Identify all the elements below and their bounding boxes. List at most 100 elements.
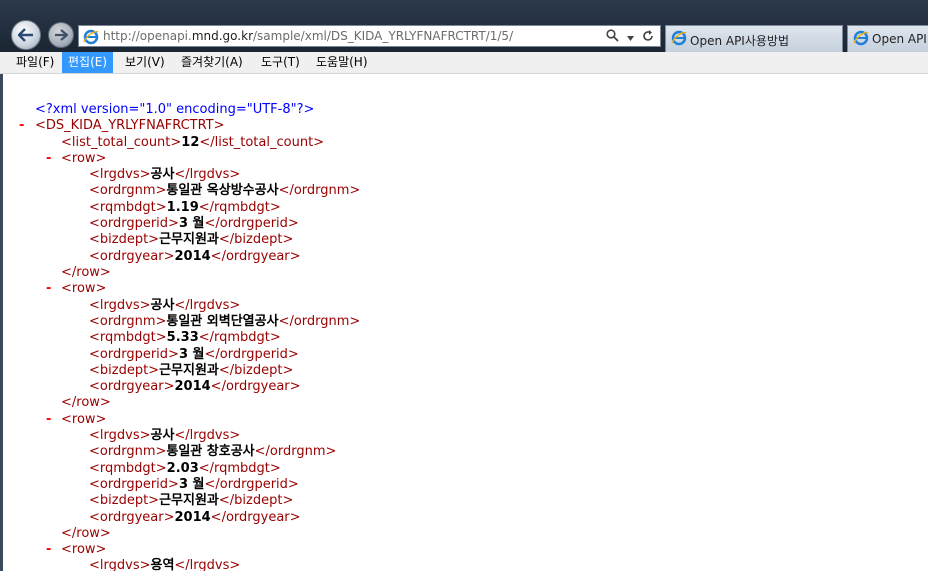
xml-tag: </ordrgyear> [210, 249, 301, 264]
xml-tag: </rqmbdgt> [198, 330, 281, 345]
xml-tag: </row> [61, 265, 111, 280]
xml-field-ordrgnm: <ordrgnm>통일관 창호공사</ordrgnm> [89, 444, 336, 460]
xml-field-ordrgyear: <ordrgyear>2014</ordrgyear> [89, 379, 301, 395]
xml-root-open: <DS_KIDA_YRLYFNAFRCTRT> [35, 118, 225, 134]
xml-value: 5.33 [166, 330, 199, 345]
ie-page-icon [83, 29, 99, 49]
xml-tag: </ordrgnm> [278, 183, 361, 198]
browser-toolbar: http://openapi.mnd.go.kr/sample/xml/DS_K… [0, 0, 928, 52]
collapse-row-toggle[interactable]: - [46, 412, 51, 427]
menu-favorites[interactable]: 즐겨찾기(A) [175, 52, 249, 73]
xml-tag: <row> [61, 151, 107, 166]
xml-value: 통일관 옥상방수공사 [166, 183, 279, 198]
window-left-edge [0, 74, 3, 571]
xml-value: 3 월 [178, 347, 205, 362]
menu-help[interactable]: 도움말(H) [310, 52, 374, 73]
dropdown-arrow-icon[interactable] [627, 30, 634, 44]
xml-tag: </lrgdvs> [174, 428, 241, 443]
xml-value: 공사 [150, 298, 175, 313]
xml-field-lrgdvs: <lrgdvs>용역</lrgdvs> [89, 558, 240, 571]
xml-tag: </ordrgnm> [278, 314, 361, 329]
xml-row-close: </row> [61, 265, 111, 281]
xml-document: <?xml version="1.0" encoding="UTF-8"?> - <… [0, 74, 928, 571]
xml-tag: </lrgdvs> [174, 298, 241, 313]
xml-tag: <ordrgperid> [89, 347, 179, 362]
forward-button[interactable] [48, 22, 74, 48]
xml-value: 근무지원과 [159, 493, 219, 508]
menu-view[interactable]: 보기(V) [119, 52, 171, 73]
address-bar[interactable]: http://openapi.mnd.go.kr/sample/xml/DS_K… [78, 25, 661, 47]
collapse-row-toggle[interactable]: - [46, 151, 51, 166]
xml-field-lrgdvs: <lrgdvs>공사</lrgdvs> [89, 428, 240, 444]
xml-field-ordrgnm: <ordrgnm>통일관 옥상방수공사</ordrgnm> [89, 183, 360, 199]
xml-tag: </ordrgperid> [204, 347, 299, 362]
xml-tag: </bizdept> [218, 232, 294, 247]
xml-tag: <bizdept> [89, 232, 160, 247]
back-button[interactable] [11, 20, 41, 50]
xml-field-bizdept: <bizdept>근무지원과</bizdept> [89, 232, 293, 248]
xml-declaration: <?xml version="1.0" encoding="UTF-8"?> [35, 102, 314, 118]
xml-tag: </bizdept> [218, 493, 294, 508]
menu-tools[interactable]: 도구(T) [255, 52, 306, 73]
menu-edit[interactable]: 편집(E) [62, 52, 114, 73]
xml-tag: <rqmbdgt> [89, 461, 167, 476]
xml-tag: </lrgdvs> [174, 558, 241, 571]
xml-value: 2014 [174, 249, 211, 264]
xml-field-bizdept: <bizdept>근무지원과</bizdept> [89, 493, 293, 509]
xml-tag: <lrgdvs> [89, 298, 151, 313]
xml-row-open: <row> [61, 542, 106, 558]
xml-tag: <row> [61, 281, 107, 296]
xml-field-ordrgyear: <ordrgyear>2014</ordrgyear> [89, 510, 301, 526]
xml-value: 통일관 창호공사 [166, 444, 255, 459]
xml-value: 근무지원과 [159, 363, 219, 378]
collapse-row-toggle[interactable]: - [46, 281, 51, 296]
xml-field-rqmbdgt: <rqmbdgt>2.03</rqmbdgt> [89, 461, 281, 477]
xml-value: 2014 [174, 379, 211, 394]
forward-arrow-icon [55, 29, 68, 41]
xml-value: 3 월 [178, 477, 205, 492]
xml-value: 12 [181, 135, 200, 150]
tab-label: Open API [872, 32, 927, 46]
xml-field-lrgdvs: <lrgdvs>공사</lrgdvs> [89, 298, 240, 314]
xml-tag: <ordrgperid> [89, 477, 179, 492]
xml-value: 용역 [150, 558, 175, 571]
xml-tag: <lrgdvs> [89, 558, 151, 571]
xml-tag: </list_total_count> [199, 135, 325, 150]
xml-tag: <ordrgnm> [89, 183, 167, 198]
tab-open-api-usage[interactable]: Open API사용방법 [665, 25, 843, 52]
menu-bar: 파일(F) 편집(E) 보기(V) 즐겨찾기(A) 도구(T) 도움말(H) [0, 52, 928, 74]
xml-field-ordrgperid: <ordrgperid>3 월</ordrgperid> [89, 216, 299, 232]
xml-value: 1.19 [166, 200, 199, 215]
xml-tag: </rqmbdgt> [198, 200, 281, 215]
xml-field-ordrgnm: <ordrgnm>통일관 외벽단열공사</ordrgnm> [89, 314, 360, 330]
collapse-root-toggle[interactable]: - [19, 118, 24, 133]
xml-tag: </rqmbdgt> [198, 461, 281, 476]
xml-field-bizdept: <bizdept>근무지원과</bizdept> [89, 363, 293, 379]
refresh-icon[interactable] [642, 29, 654, 45]
xml-field-ordrgperid: <ordrgperid>3 월</ordrgperid> [89, 477, 299, 493]
search-icon[interactable] [606, 29, 619, 45]
xml-tag: </bizdept> [218, 363, 294, 378]
xml-root-tag: <DS_KIDA_YRLYFNAFRCTRT> [35, 118, 225, 133]
xml-value: 공사 [150, 167, 175, 182]
xml-row-close: </row> [61, 526, 111, 542]
ie-tab-icon [671, 30, 687, 50]
xml-tag: <list_total_count> [61, 135, 182, 150]
xml-value: 3 월 [178, 216, 205, 231]
menu-file[interactable]: 파일(F) [10, 52, 60, 73]
xml-tag: </row> [61, 526, 111, 541]
xml-tag: </lrgdvs> [174, 167, 241, 182]
xml-tag: </ordrgyear> [210, 510, 301, 525]
xml-row-open: <row> [61, 151, 106, 167]
ie-tab-icon [853, 30, 869, 50]
xml-tag: <ordrgyear> [89, 379, 175, 394]
xml-tag: <ordrgyear> [89, 510, 175, 525]
tab-open-api[interactable]: Open API [847, 25, 928, 52]
xml-tag: <ordrgnm> [89, 314, 167, 329]
xml-tag: <ordrgyear> [89, 249, 175, 264]
xml-tag: <rqmbdgt> [89, 330, 167, 345]
xml-value: 2.03 [166, 461, 199, 476]
xml-tag: <lrgdvs> [89, 167, 151, 182]
xml-tag: <lrgdvs> [89, 428, 151, 443]
collapse-row-toggle[interactable]: - [46, 542, 51, 557]
